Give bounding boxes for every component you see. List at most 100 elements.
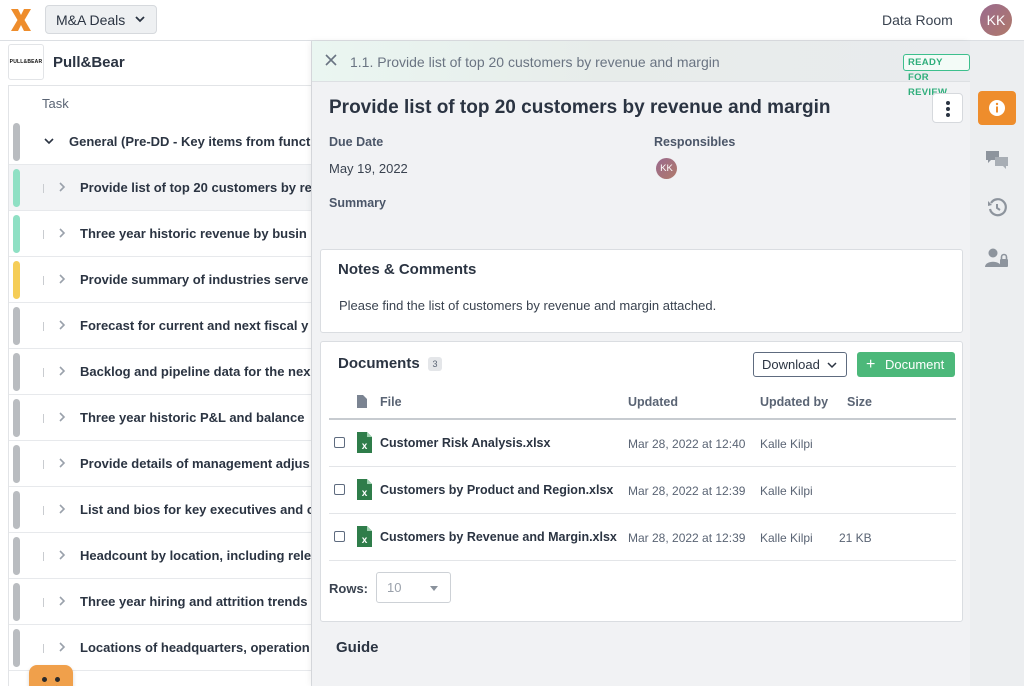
file-icon: [357, 395, 367, 408]
task-row[interactable]: List and bios for key executives and c: [9, 487, 311, 533]
rows-per-page-label: Rows:: [329, 581, 368, 596]
chevron-right-icon[interactable]: [56, 364, 68, 378]
row-checkbox[interactable]: [334, 531, 345, 542]
chevron-right-icon[interactable]: [56, 272, 68, 286]
task-row-label: Backlog and pipeline data for the nex: [80, 364, 311, 379]
chevron-down-icon[interactable]: [43, 134, 55, 148]
chevron-right-icon[interactable]: [56, 226, 68, 240]
task-row-label: Locations of headquarters, operation: [80, 640, 310, 655]
caret-down-icon: [430, 586, 438, 591]
chevron-right-icon[interactable]: [56, 548, 68, 562]
chevron-right-icon[interactable]: [56, 318, 68, 332]
responsibles-label: Responsibles: [654, 135, 736, 149]
tree-line: [43, 276, 44, 285]
task-status-bar: [13, 123, 20, 161]
responsible-avatar[interactable]: KK: [656, 158, 677, 179]
tree-line: [43, 506, 44, 515]
row-checkbox[interactable]: [334, 437, 345, 448]
chevron-right-icon[interactable]: [56, 410, 68, 424]
right-rail: [970, 41, 1024, 686]
column-header-file[interactable]: File: [380, 395, 402, 409]
task-row[interactable]: Forecast for current and next fiscal y: [9, 303, 311, 349]
file-updated-by: Kalle Kilpi: [760, 484, 813, 498]
task-row[interactable]: Three year historic revenue by busin: [9, 211, 311, 257]
task-status-bar: [13, 537, 20, 575]
chat-bot-button[interactable]: [29, 665, 73, 686]
row-checkbox[interactable]: [334, 484, 345, 495]
guide-title: Guide: [336, 639, 379, 656]
panel-header: 1.1. Provide list of top 20 customers by…: [312, 41, 970, 98]
due-date-value[interactable]: May 19, 2022: [329, 161, 408, 176]
task-sidebar: PULL&BEAR Pull&Bear Task General (Pre-DD…: [0, 41, 312, 686]
kebab-dot-icon: [946, 107, 950, 111]
bot-eye-icon: [55, 677, 60, 682]
task-status-bar: [13, 353, 20, 391]
download-label: Download: [762, 357, 820, 372]
more-options-button[interactable]: [932, 93, 963, 123]
task-row[interactable]: Provide list of top 20 customers by re: [9, 165, 311, 211]
task-row-label: Forecast for current and next fiscal y: [80, 318, 309, 333]
column-header-updated-by[interactable]: Updated by: [760, 395, 828, 409]
chevron-right-icon[interactable]: [56, 594, 68, 608]
history-icon: [988, 198, 1007, 217]
chevron-down-icon: [827, 362, 837, 369]
tree-line: [43, 230, 44, 239]
task-status-bar: [13, 307, 20, 345]
file-name[interactable]: Customers by Product and Region.xlsx: [380, 483, 613, 497]
notes-text[interactable]: Please find the list of customers by rev…: [339, 298, 716, 313]
file-name[interactable]: Customer Risk Analysis.xlsx: [380, 436, 550, 450]
column-header-size[interactable]: Size: [847, 395, 872, 409]
user-lock-icon: [985, 248, 1008, 267]
app-logo-icon[interactable]: [9, 7, 33, 33]
page-title: Provide list of top 20 customers by reve…: [329, 97, 831, 118]
history-tab[interactable]: [978, 191, 1016, 225]
close-icon[interactable]: [324, 53, 338, 67]
tree-line: [43, 184, 44, 193]
project-name: Pull&Bear: [53, 53, 125, 71]
permissions-tab[interactable]: [978, 241, 1016, 275]
chevron-right-icon[interactable]: [56, 180, 68, 194]
data-room-link[interactable]: Data Room: [882, 12, 953, 28]
task-row[interactable]: Backlog and pipeline data for the nex: [9, 349, 311, 395]
kebab-dot-icon: [946, 113, 950, 117]
rows-per-page-select[interactable]: 10: [376, 572, 451, 603]
add-document-label: Document: [885, 357, 945, 372]
task-row[interactable]: Provide summary of industries serve: [9, 257, 311, 303]
comments-tab[interactable]: [978, 143, 1016, 177]
task-row[interactable]: Three year historic P&L and balance: [9, 395, 311, 441]
file-updated: Mar 28, 2022 at 12:39: [628, 484, 746, 498]
tree-line: [43, 598, 44, 607]
breadcrumb: 1.1. Provide list of top 20 customers by…: [350, 54, 720, 70]
task-status-bar: [13, 445, 20, 483]
chevron-right-icon[interactable]: [56, 640, 68, 654]
add-document-button[interactable]: + Document: [857, 352, 955, 377]
svg-text:x: x: [362, 441, 368, 452]
file-row[interactable]: x Customers by Product and Region.xlsx Mar…: [329, 467, 956, 514]
task-row-label: General (Pre-DD - Key items from funct: [69, 134, 311, 149]
tree-line: [43, 644, 44, 653]
file-row[interactable]: x Customer Risk Analysis.xlsx Mar 28, 2022…: [329, 420, 956, 467]
chevron-right-icon[interactable]: [56, 456, 68, 470]
tree-line: [43, 322, 44, 331]
task-row[interactable]: Three year hiring and attrition trends: [9, 579, 311, 625]
task-status-bar: [13, 491, 20, 529]
download-button[interactable]: Download: [753, 352, 847, 377]
task-row-label: Three year historic revenue by busin: [80, 226, 307, 241]
file-row[interactable]: x Customers by Revenue and Margin.xlsx Mar…: [329, 514, 956, 561]
deal-selector-label: M&A Deals: [56, 11, 126, 28]
info-tab[interactable]: [978, 91, 1016, 125]
column-header-updated[interactable]: Updated: [628, 395, 678, 409]
file-name[interactable]: Customers by Revenue and Margin.xlsx: [380, 530, 617, 544]
task-row[interactable]: Provide details of management adjus: [9, 441, 311, 487]
deal-selector[interactable]: M&A Deals: [45, 5, 157, 34]
notes-title: Notes & Comments: [338, 261, 477, 278]
task-list: Task General (Pre-DD - Key items from fu…: [8, 85, 311, 686]
due-date-label: Due Date: [329, 135, 384, 149]
chevron-right-icon[interactable]: [56, 502, 68, 516]
task-row[interactable]: Headcount by location, including rele: [9, 533, 311, 579]
top-bar: M&A Deals Data Room KK: [0, 0, 1024, 41]
user-avatar[interactable]: KK: [980, 4, 1012, 36]
project-header[interactable]: PULL&BEAR Pull&Bear: [8, 44, 125, 80]
task-group-row[interactable]: General (Pre-DD - Key items from funct: [9, 119, 311, 165]
status-badge[interactable]: READY FOR REVIEW: [903, 54, 970, 98]
